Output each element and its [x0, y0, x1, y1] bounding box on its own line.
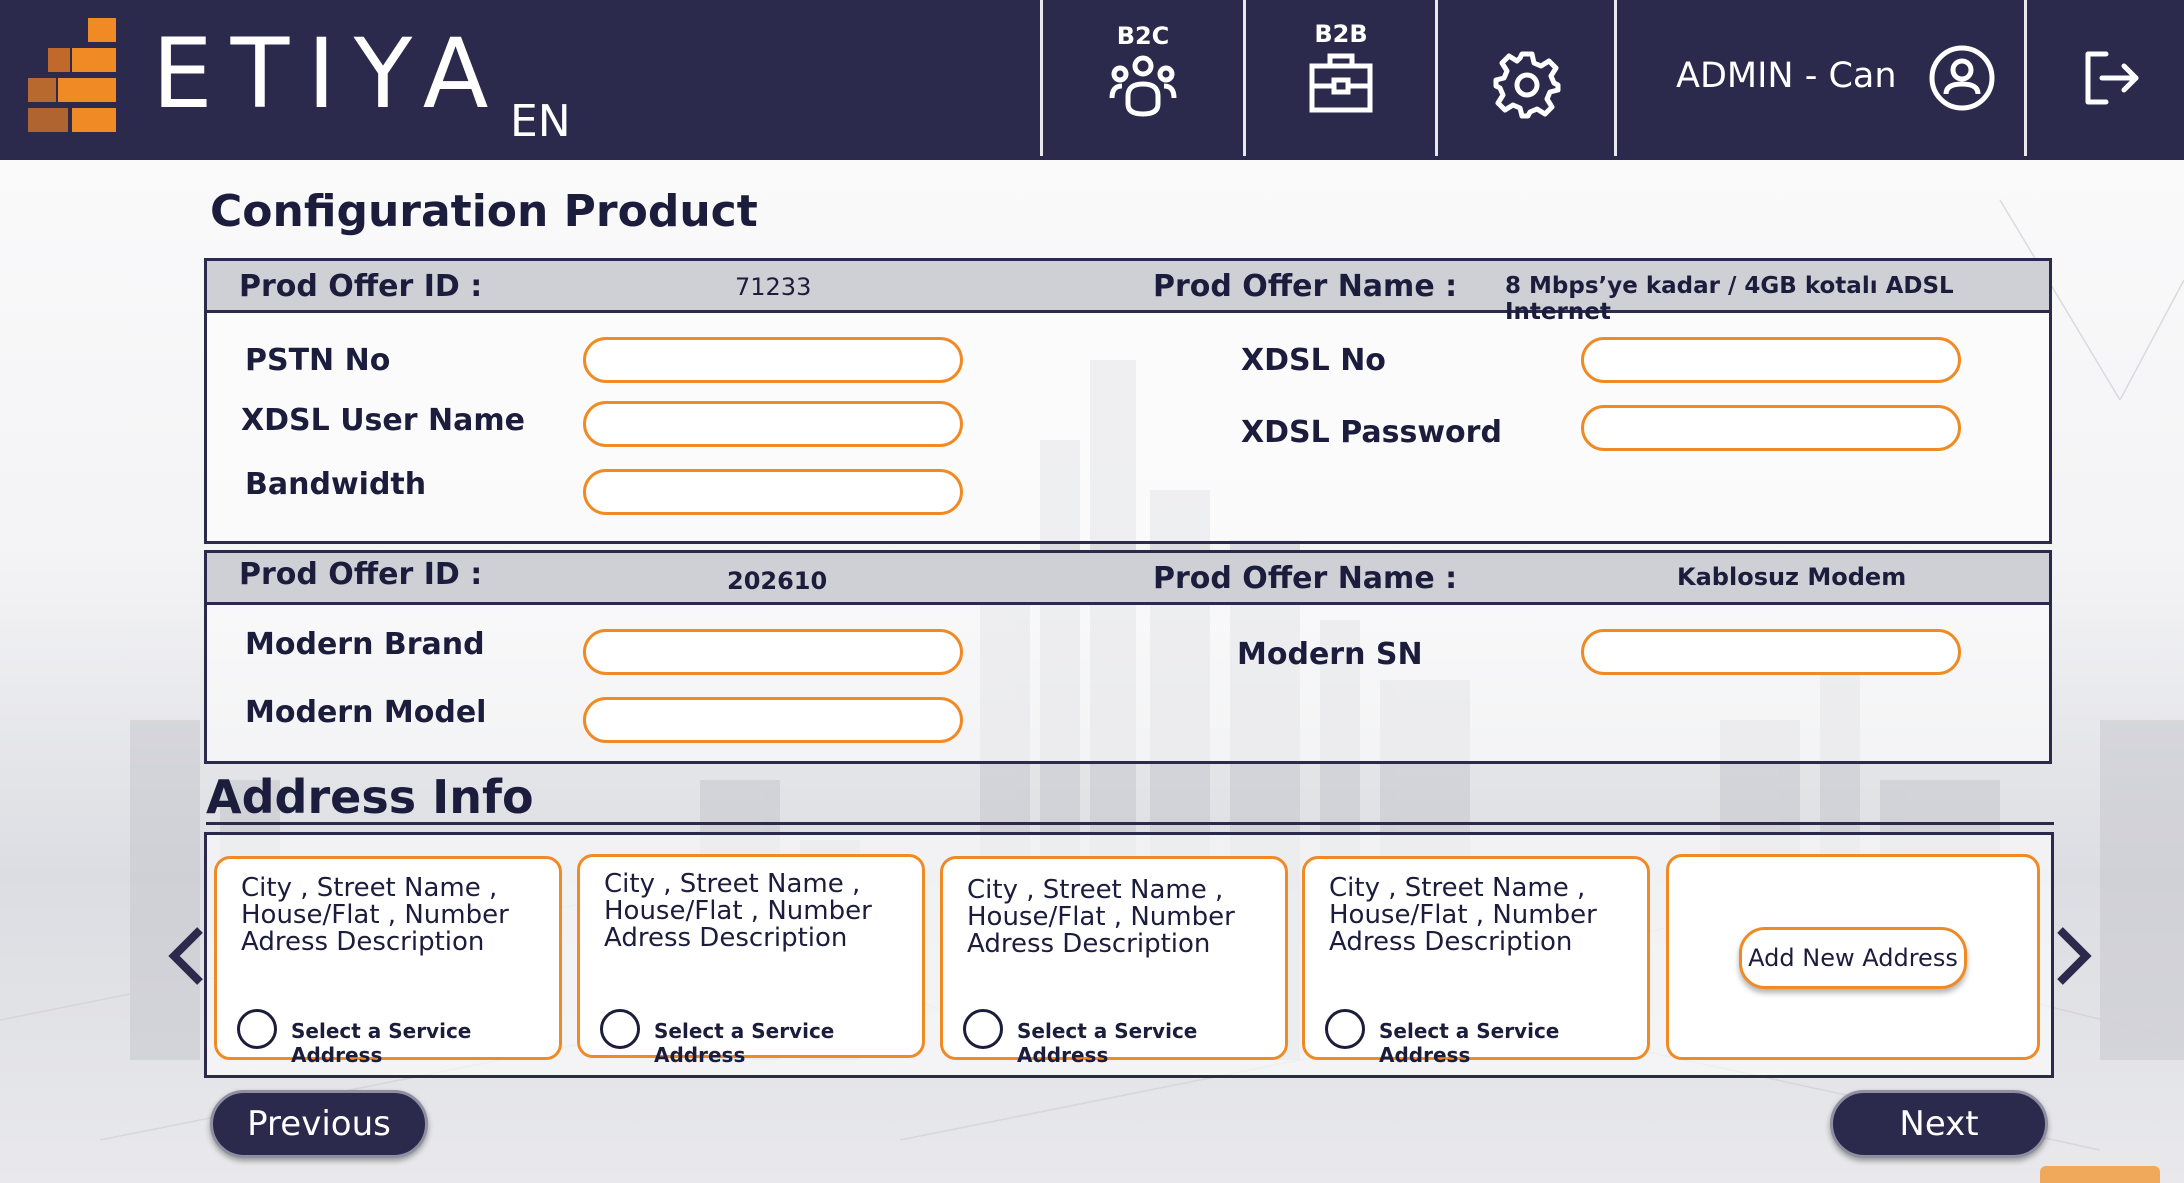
offer-panel-adsl: Prod Offer ID : 71233 Prod Offer Name : … — [204, 258, 2052, 544]
modem-model-label: Modern Model — [245, 695, 487, 730]
modem-model-input[interactable] — [583, 697, 963, 743]
service-address-radio-label: Select a Service Address — [291, 1019, 472, 1067]
pstn-no-label: PSTN No — [245, 343, 391, 378]
address-line: House/Flat , Number — [967, 902, 1235, 932]
prod-offer-id-label: Prod Offer ID : — [239, 557, 483, 592]
address-line: Adress Description — [604, 923, 848, 953]
address-text: City , Street Name , House/Flat , Number… — [241, 875, 509, 956]
prod-offer-name-label: Prod Offer Name : — [1153, 561, 1458, 596]
address-text: City , Street Name , House/Flat , Number… — [967, 877, 1235, 958]
modem-brand-label: Modern Brand — [245, 627, 485, 662]
address-card[interactable]: City , Street Name , House/Flat , Number… — [214, 856, 562, 1067]
service-address-radio[interactable] — [600, 1009, 640, 1049]
divider — [206, 822, 2054, 825]
address-card[interactable]: City , Street Name , House/Flat , Number… — [577, 854, 925, 1067]
service-address-radio-label: Select a Service Address — [1379, 1019, 1560, 1067]
address-info-title: Address Info — [206, 770, 534, 824]
b2b-briefcase-icon — [1309, 53, 1373, 113]
bandwidth-label: Bandwidth — [245, 467, 427, 502]
service-address-radio-label: Select a Service Address — [1017, 1019, 1198, 1067]
prod-offer-name-label: Prod Offer Name : — [1153, 269, 1458, 304]
address-line: City , Street Name , — [604, 869, 861, 899]
modem-sn-label: Modern SN — [1237, 637, 1423, 672]
modem-sn-input[interactable] — [1581, 629, 1961, 675]
pstn-no-input[interactable] — [583, 337, 963, 383]
b2c-people-icon — [1109, 55, 1177, 117]
chevron-left-icon[interactable] — [164, 924, 208, 988]
b2b-button[interactable]: B2B — [1246, 0, 1436, 160]
etiya-logo-icon — [28, 18, 116, 132]
b2b-label: B2B — [1314, 20, 1368, 48]
service-address-radio[interactable] — [237, 1009, 277, 1049]
corner-tab[interactable] — [2040, 1166, 2160, 1183]
settings-button[interactable] — [1438, 0, 1616, 160]
header-divider — [1614, 0, 1617, 156]
prod-offer-id-label: Prod Offer ID : — [239, 269, 483, 304]
offer-panel-modem: Prod Offer ID : 202610 Prod Offer Name :… — [204, 550, 2052, 764]
prod-offer-id-value: 202610 — [727, 567, 828, 595]
previous-button[interactable]: Previous — [210, 1090, 428, 1158]
logout-icon[interactable] — [2084, 50, 2140, 106]
b2c-button[interactable]: B2C — [1043, 0, 1243, 160]
address-card[interactable]: City , Street Name , House/Flat , Number… — [940, 856, 1288, 1067]
next-button[interactable]: Next — [1830, 1090, 2048, 1158]
xdsl-no-input[interactable] — [1581, 337, 1961, 383]
modem-brand-input[interactable] — [583, 629, 963, 675]
add-address-card: Add New Address — [1666, 854, 2040, 1060]
xdsl-password-input[interactable] — [1581, 405, 1961, 451]
offer-header: Prod Offer ID : 202610 Prod Offer Name :… — [207, 553, 2049, 605]
address-line: Adress Description — [241, 927, 485, 957]
address-text: City , Street Name , House/Flat , Number… — [604, 871, 872, 952]
xdsl-no-label: XDSL No — [1241, 343, 1386, 378]
address-line: Adress Description — [967, 929, 1211, 959]
prod-offer-name-value: 8 Mbps’ye kadar / 4GB kotalı ADSL Intern… — [1505, 273, 1954, 325]
prod-offer-name-value: Kablosuz Modem — [1677, 563, 1907, 591]
user-avatar-icon[interactable] — [1928, 44, 1996, 112]
add-new-address-button[interactable]: Add New Address — [1739, 927, 1967, 989]
chevron-right-icon[interactable] — [2052, 924, 2096, 988]
address-line: City , Street Name , — [1329, 873, 1586, 903]
brand-name: ETIYA — [152, 18, 507, 130]
language-selector[interactable]: EN — [510, 96, 571, 147]
address-text: City , Street Name , House/Flat , Number… — [1329, 875, 1597, 956]
prod-offer-id-value: 71233 — [735, 273, 812, 301]
service-address-radio-label: Select a Service Address — [654, 1019, 835, 1067]
address-line: House/Flat , Number — [604, 896, 872, 926]
xdsl-password-label: XDSL Password — [1241, 415, 1502, 450]
address-line: Adress Description — [1329, 927, 1573, 957]
address-line: City , Street Name , — [241, 873, 498, 903]
offer-header: Prod Offer ID : 71233 Prod Offer Name : … — [207, 261, 2049, 325]
service-address-radio[interactable] — [1325, 1009, 1365, 1049]
page-title: Configuration Product — [210, 186, 758, 237]
address-line: City , Street Name , — [967, 875, 1224, 905]
xdsl-user-name-input[interactable] — [583, 401, 963, 447]
gear-icon — [1493, 51, 1561, 119]
user-name[interactable]: ADMIN - Can — [1676, 56, 1897, 96]
address-card[interactable]: City , Street Name , House/Flat , Number… — [1302, 856, 1650, 1067]
service-address-radio[interactable] — [963, 1009, 1003, 1049]
address-line: House/Flat , Number — [1329, 900, 1597, 930]
bandwidth-input[interactable] — [583, 469, 963, 515]
top-bar: ETIYA EN B2C B2B ADMIN - Can — [0, 0, 2184, 160]
header-divider — [2024, 0, 2027, 156]
address-line: House/Flat , Number — [241, 900, 509, 930]
xdsl-user-name-label: XDSL User Name — [241, 403, 525, 438]
b2c-label: B2C — [1116, 22, 1170, 50]
